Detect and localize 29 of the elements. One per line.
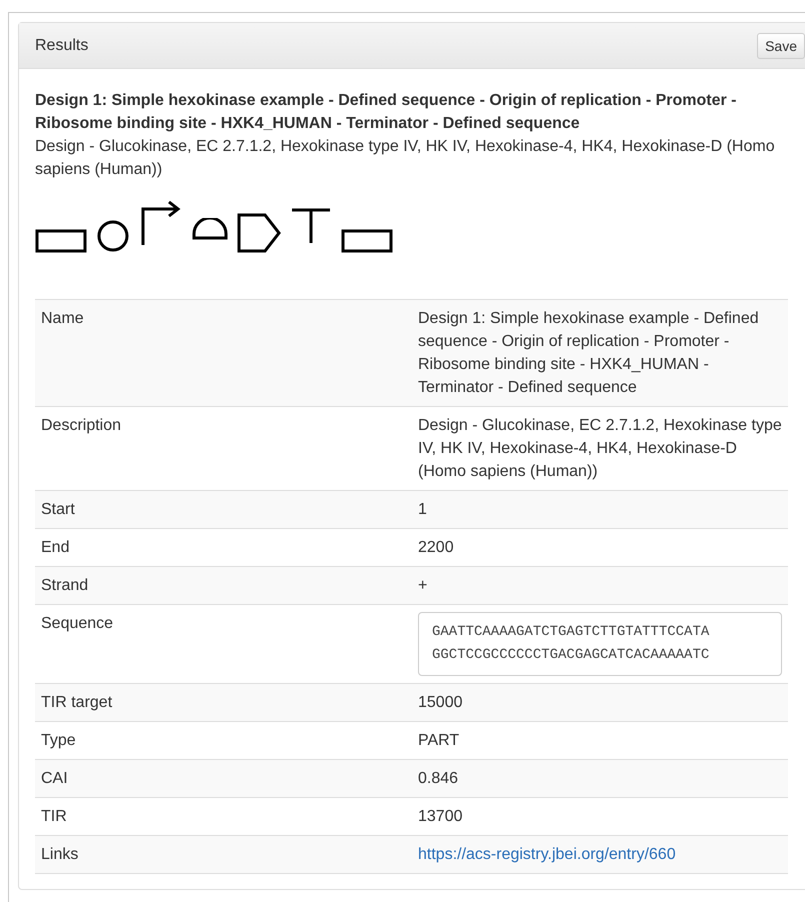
row-value: + (418, 577, 428, 594)
row-label: Description (41, 417, 122, 434)
sequence-field[interactable]: GAATTCAAAAGATCTGAGTCTTGTATTTCCATA GGCTCCGCCCCCCTGACGAGCATCACAAAAATC (418, 612, 782, 676)
row-label: CAI (41, 770, 68, 787)
row-label: Name (41, 310, 84, 327)
row-value: PART (418, 732, 460, 749)
design-title: Design 1: Simple hexokinase example - Defined sequence - Origin of replication - Promoter - Ribosome binding site - HXK4_HUMAN - Terminator - Defined sequence (35, 91, 738, 134)
row-label: Type (41, 732, 76, 749)
row-value: 1 (418, 501, 427, 518)
row-label: Start (41, 501, 75, 518)
row-value: Design 1: Simple hexokinase example - Defined sequence - Origin of replication - Promoter - Ribosome binding site - HXK4_HUMAN - Terminator - Defined sequence (418, 310, 759, 396)
row-value: Design - Glucokinase, EC 2.7.1.2, Hexokinase type IV, HK IV, Hexokinase-4, HK4, Hexokinase-D (Homo sapiens (Human)) (418, 417, 782, 480)
row-value: 0.846 (418, 770, 458, 787)
pentagon-icon (237, 213, 281, 253)
bent-arrow-icon (139, 201, 183, 245)
save-button[interactable]: Save (757, 32, 805, 58)
row-label: End (41, 539, 70, 556)
row-label: Links (41, 846, 78, 863)
row-label: Sequence (41, 615, 114, 632)
row-label: TIR (41, 808, 67, 825)
row-label: TIR target (41, 694, 112, 711)
circle-icon (96, 219, 130, 253)
row-value: 13700 (418, 808, 462, 825)
design-description: Design - Glucokinase, EC 2.7.1.2, Hexokinase type IV, HK IV, Hexokinase-4, HK4, Hexokinase-D (Homo sapiens (Human)) (35, 137, 776, 180)
row-value: 2200 (418, 539, 454, 556)
row-label: Strand (41, 577, 88, 594)
row-value: 15000 (418, 694, 462, 711)
panel-title: Results (35, 36, 88, 54)
tee-icon (290, 208, 332, 244)
